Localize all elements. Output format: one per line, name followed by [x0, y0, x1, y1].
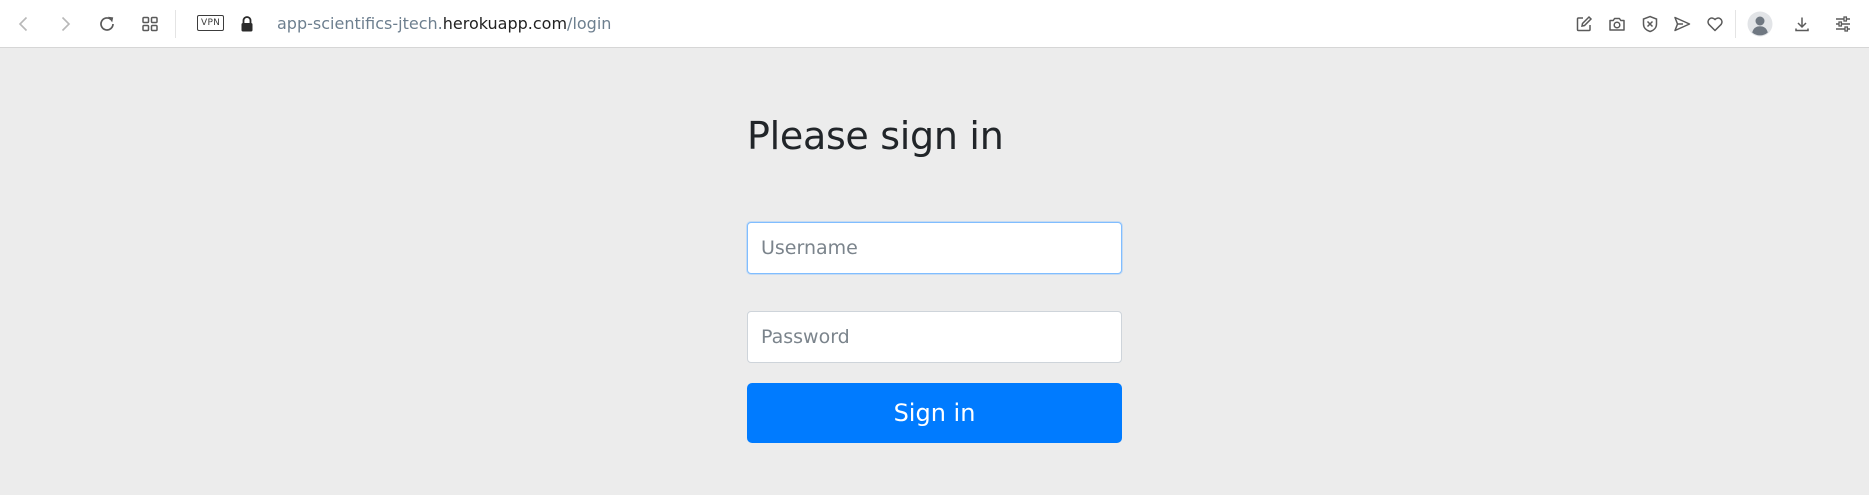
page-content: Please sign in Sign in	[0, 48, 1869, 495]
sign-in-button[interactable]: Sign in	[747, 383, 1122, 443]
download-icon[interactable]	[1790, 12, 1814, 36]
lock-icon[interactable]	[235, 12, 259, 36]
url-prefix: app-scientifics-jtech.	[277, 14, 443, 33]
toolbar-divider	[175, 10, 176, 38]
signin-form: Please sign in Sign in	[747, 112, 1122, 443]
username-input[interactable]	[747, 222, 1122, 274]
forward-icon[interactable]	[53, 12, 77, 36]
block-icon[interactable]	[1638, 12, 1662, 36]
tabs-grid-icon[interactable]	[138, 12, 162, 36]
toolbar-divider	[1735, 10, 1736, 38]
back-icon[interactable]	[12, 12, 36, 36]
reload-icon[interactable]	[95, 12, 119, 36]
address-bar-url[interactable]: app-scientifics-jtech.herokuapp.com/logi…	[277, 13, 611, 35]
camera-icon[interactable]	[1605, 12, 1629, 36]
browser-toolbar: VPN app-scientifics-jtech.herokuapp.com/…	[0, 0, 1869, 48]
send-icon[interactable]	[1670, 12, 1694, 36]
vpn-badge[interactable]: VPN	[197, 15, 225, 31]
url-path: /login	[567, 14, 612, 33]
edit-icon[interactable]	[1572, 12, 1596, 36]
heart-icon[interactable]	[1703, 12, 1727, 36]
password-input[interactable]	[747, 311, 1122, 363]
url-host: herokuapp.com	[442, 14, 568, 33]
settings-sliders-icon[interactable]	[1831, 12, 1855, 36]
page-title: Please sign in	[747, 114, 1004, 158]
profile-icon[interactable]	[1746, 10, 1774, 38]
